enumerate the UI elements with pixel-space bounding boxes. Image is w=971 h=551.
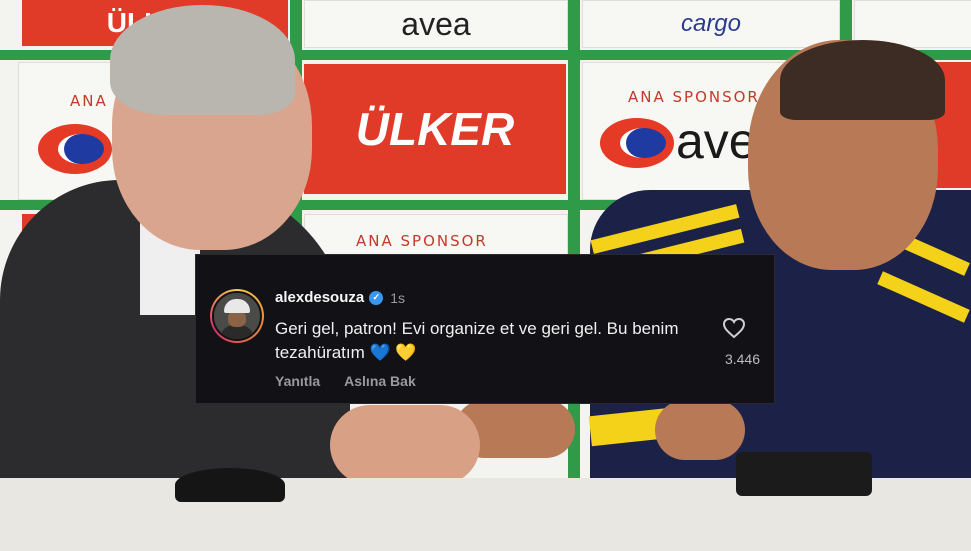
avatar-cap xyxy=(224,299,250,313)
ana-sponsor-label: ANA SPONSOR xyxy=(628,88,760,106)
comment-text: Geri gel, patron! Evi organize et ve ger… xyxy=(275,317,695,365)
avatar-body xyxy=(220,325,254,339)
avea-logo-icon xyxy=(38,124,112,174)
like-count: 3.446 xyxy=(724,351,760,367)
verified-badge-icon: ✓ xyxy=(369,290,384,305)
ana-sponsor-label: ANA SPONSOR xyxy=(356,232,488,250)
sponsor-panel-ulker-main: ÜLKER xyxy=(304,64,566,194)
username[interactable]: alexdesouza xyxy=(275,289,364,306)
man-left-hair xyxy=(110,5,295,115)
heart-icon[interactable] xyxy=(722,317,746,339)
handshake-hands xyxy=(330,405,480,485)
man-right-hair xyxy=(780,40,945,120)
sponsor-text: cargo xyxy=(680,10,742,37)
avatar[interactable] xyxy=(212,291,262,341)
yellow-heart-emoji: 💛 xyxy=(395,343,417,362)
ana-sponsor-label: ANA xyxy=(70,92,108,110)
instagram-comment-card: alexdesouza ✓ 1s Geri gel, patron! Evi o… xyxy=(195,254,775,404)
reply-button[interactable]: Yanıtla xyxy=(275,373,320,389)
microphone-base-icon xyxy=(175,468,285,502)
comment-body: Geri gel, patron! Evi organize et ve ger… xyxy=(275,319,679,362)
sponsor-text: ÜLKER xyxy=(355,103,515,155)
comment-time: 1s xyxy=(390,289,406,306)
see-translation-button[interactable]: Aslına Bak xyxy=(344,373,416,389)
sponsor-panel-cargo: cargo xyxy=(582,0,840,48)
microphone-base-icon xyxy=(736,452,872,496)
comment-header: alexdesouza ✓ 1s xyxy=(275,289,405,306)
blue-heart-emoji: 💙 xyxy=(369,343,391,362)
backdrop-grid-line xyxy=(568,0,580,480)
sponsor-panel-avea-top: avea xyxy=(304,0,568,48)
avea-logo-icon xyxy=(600,118,674,168)
story-ring[interactable] xyxy=(210,289,264,343)
man-right-hand xyxy=(655,400,745,460)
sponsor-text: avea xyxy=(401,5,471,42)
avatar-face xyxy=(228,311,246,327)
comment-actions: Yanıtla Aslına Bak xyxy=(275,373,416,389)
